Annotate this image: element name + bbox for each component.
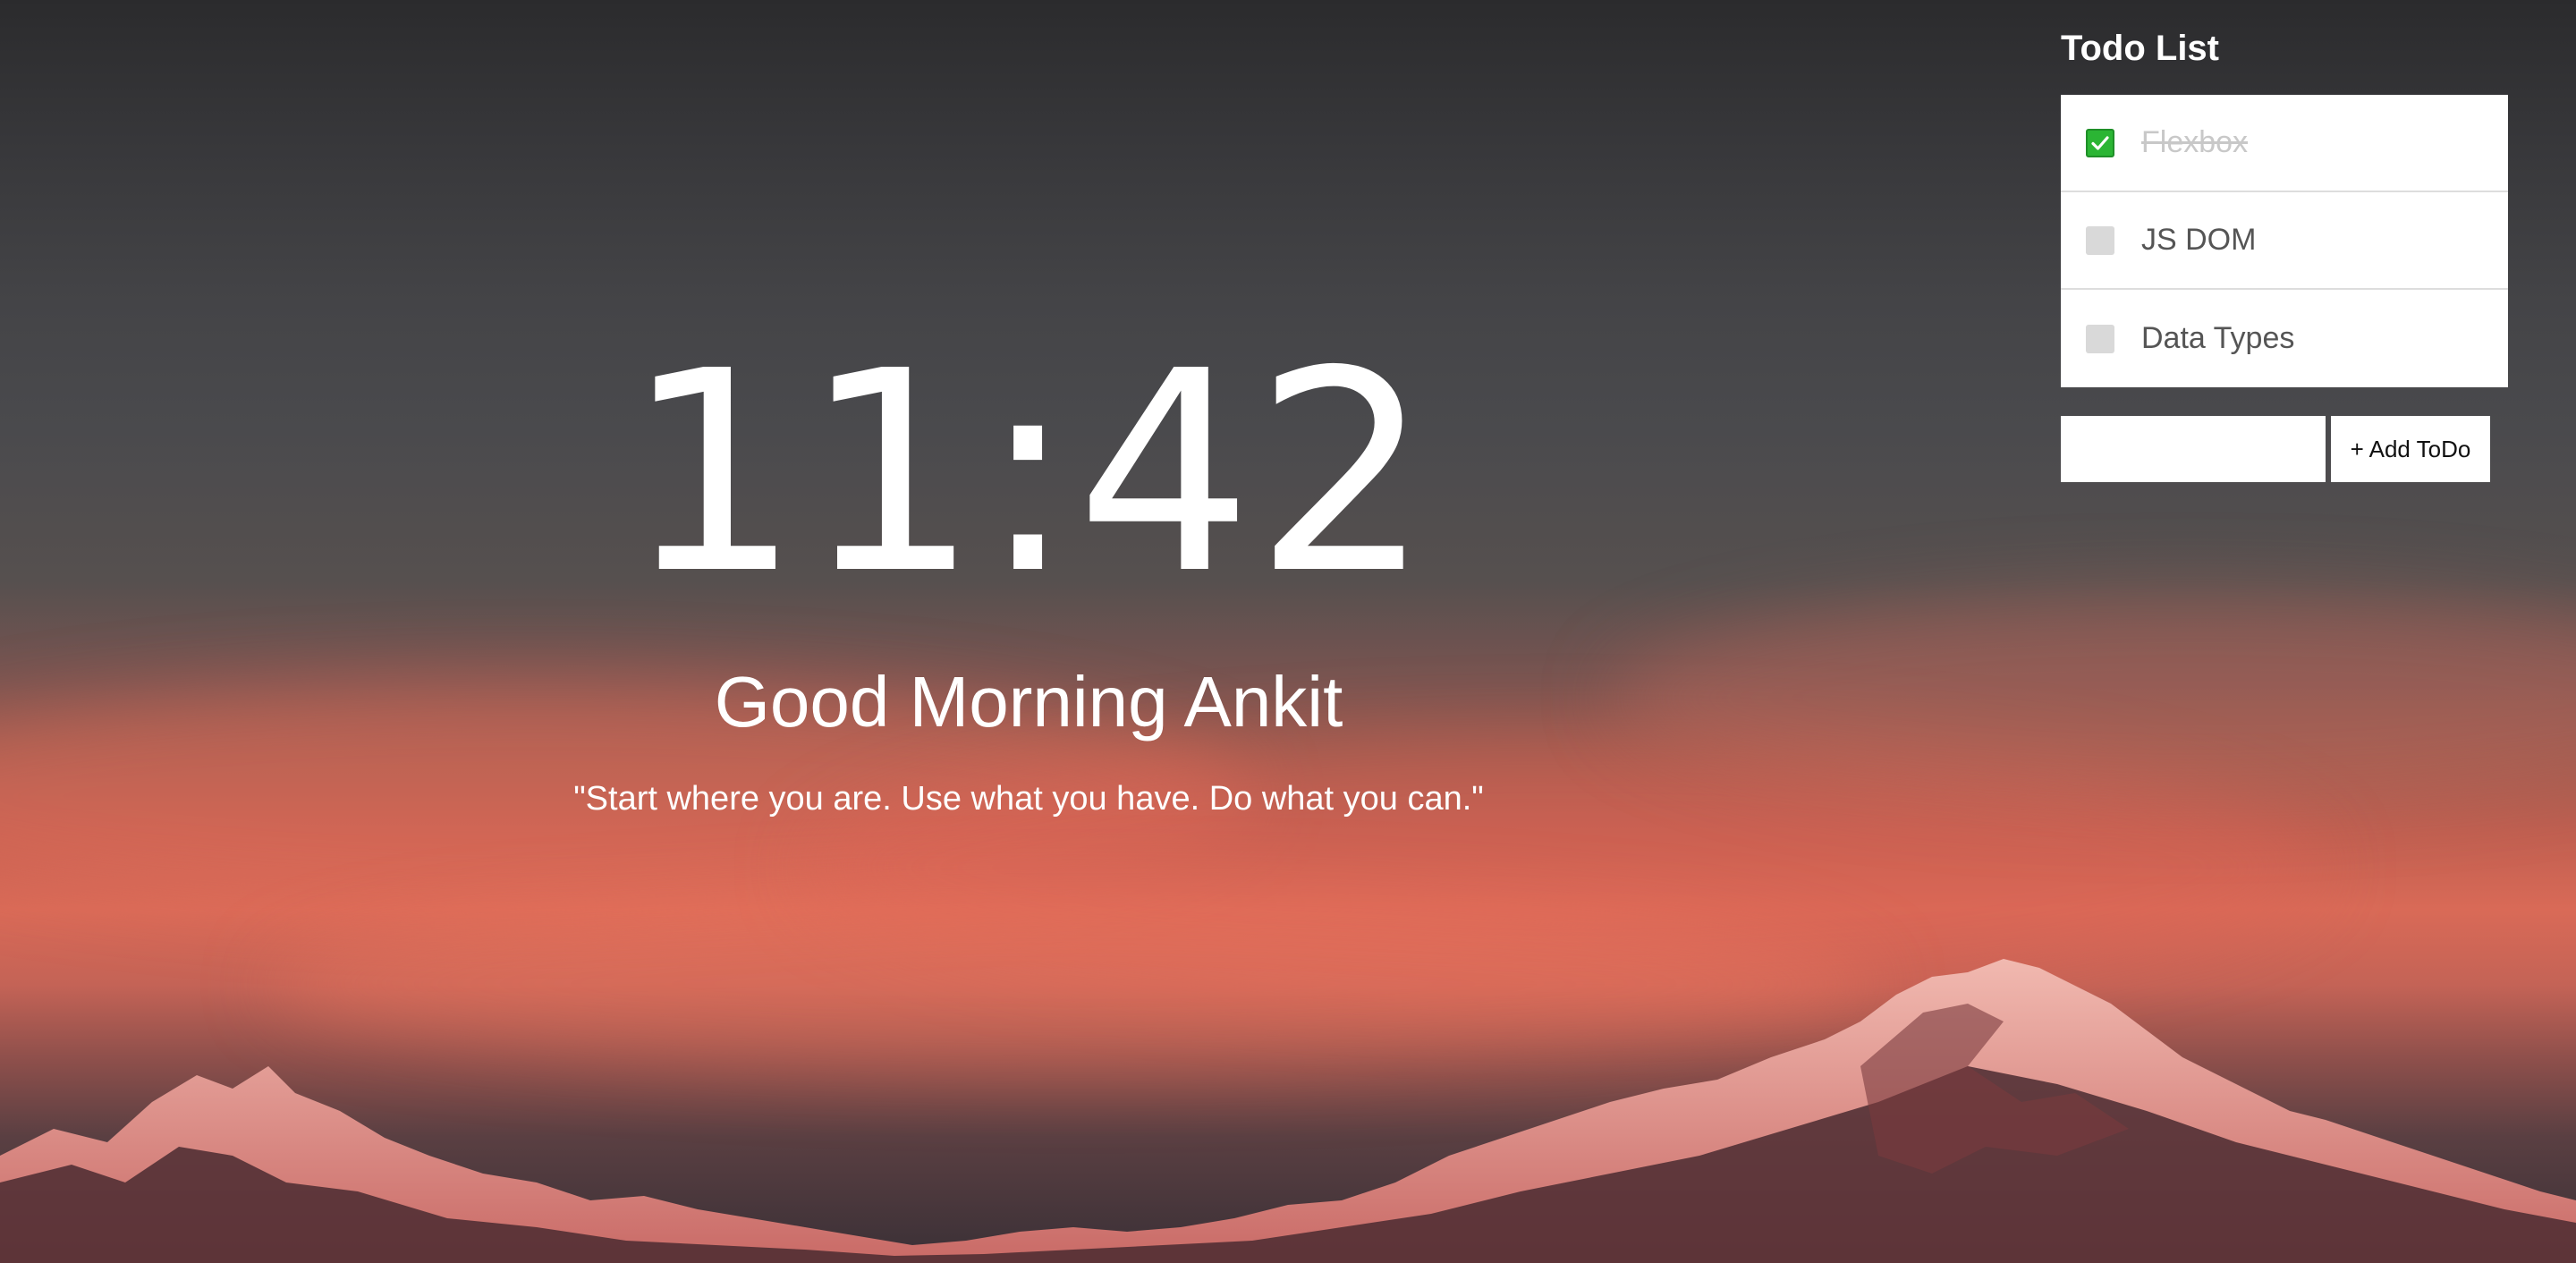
checkbox-icon[interactable] [2086, 225, 2114, 255]
todo-item-data-types[interactable]: Data Types [2061, 290, 2508, 387]
todo-item-label: Flexbox [2141, 125, 2249, 159]
greeting-text: Good Morning Ankit [714, 662, 1343, 742]
todo-item-js-dom[interactable]: JS DOM [2061, 192, 2508, 290]
todo-item-label: Data Types [2141, 321, 2295, 355]
todo-title: Todo List [2061, 29, 2219, 68]
check-icon[interactable] [2086, 128, 2114, 157]
new-todo-input[interactable] [2061, 416, 2326, 482]
add-todo-button[interactable]: + Add ToDo [2331, 416, 2490, 482]
add-todo-row: + Add ToDo [2061, 416, 2508, 482]
clock-time: 11:42 [624, 312, 1433, 635]
todo-panel: Todo List Flexbox JS DOM Data Types + Ad… [2061, 25, 2508, 482]
checkbox-icon[interactable] [2086, 324, 2114, 353]
todo-list: Flexbox JS DOM Data Types [2061, 95, 2508, 387]
todo-item-flexbox[interactable]: Flexbox [2061, 95, 2508, 192]
mountain-range [0, 959, 2576, 1263]
checkmark-icon [2091, 135, 2109, 150]
todo-item-label: JS DOM [2141, 223, 2257, 257]
quote-text: "Start where you are. Use what you have.… [573, 780, 1484, 818]
